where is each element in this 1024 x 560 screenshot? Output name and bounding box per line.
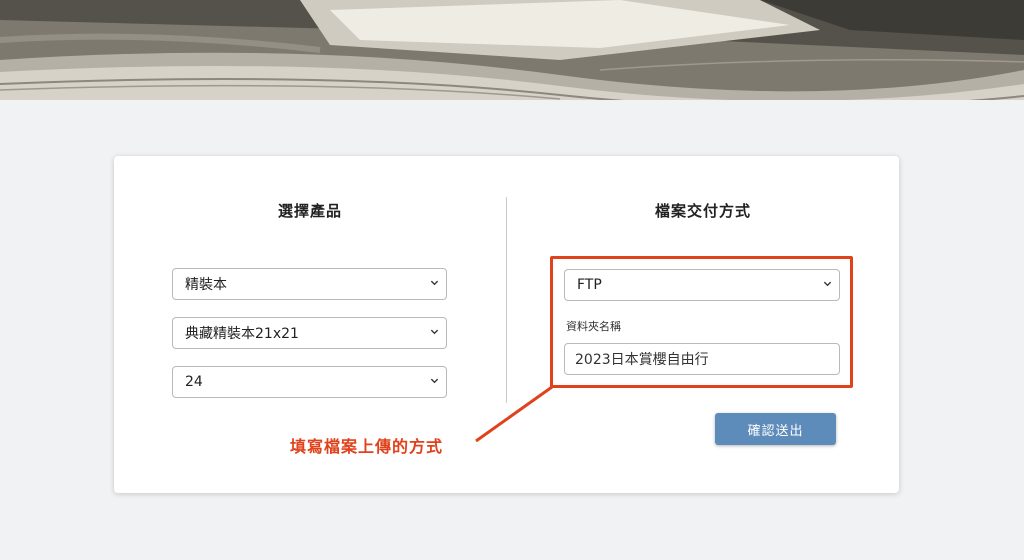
column-divider: [506, 197, 507, 403]
product-select[interactable]: 精裝本: [172, 268, 447, 300]
chevron-down-icon: [430, 280, 439, 286]
pages-select-value: 24: [185, 374, 203, 390]
pages-select[interactable]: 24: [172, 366, 447, 398]
folder-name-label: 資料夾名稱: [566, 320, 621, 333]
variant-select[interactable]: 典藏精裝本21x21: [172, 317, 447, 349]
variant-select-value: 典藏精裝本21x21: [185, 326, 299, 342]
delivery-method-select[interactable]: FTP: [564, 269, 840, 301]
upload-method-annotation: 填寫檔案上傳的方式: [290, 437, 444, 456]
chevron-down-icon: [430, 329, 439, 335]
delivery-method-title: 檔案交付方式: [654, 202, 751, 220]
chevron-down-icon: [430, 378, 439, 384]
product-select-value: 精裝本: [185, 277, 227, 293]
hero-banner-image: [0, 0, 1024, 100]
delivery-method-value: FTP: [577, 277, 602, 293]
folder-name-input[interactable]: [564, 343, 840, 375]
submit-button[interactable]: 確認送出: [715, 413, 836, 445]
chevron-down-icon: [823, 281, 832, 287]
select-product-title: 選擇產品: [277, 202, 342, 220]
